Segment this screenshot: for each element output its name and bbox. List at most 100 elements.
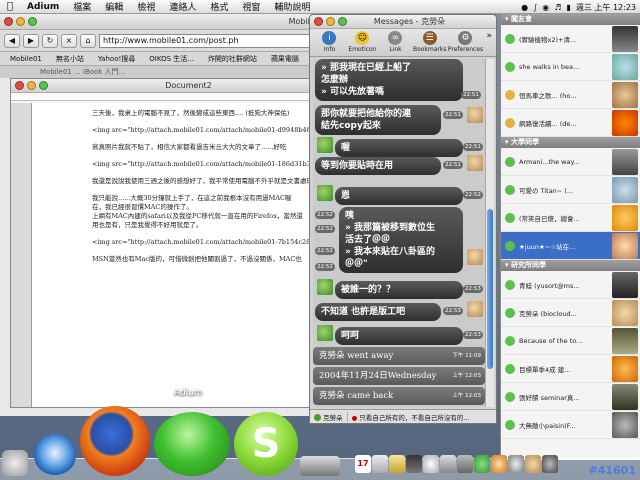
info-button[interactable]: i Info xyxy=(314,31,345,53)
app-icon[interactable] xyxy=(491,455,507,473)
menu-file[interactable]: 檔案 xyxy=(66,0,98,13)
app-icon[interactable] xyxy=(372,455,388,473)
back-button[interactable]: ◀ xyxy=(4,33,20,48)
skype-icon[interactable]: S xyxy=(234,412,298,476)
chat-bubble: 呵呵 xyxy=(335,327,463,345)
buddy-name: 大無敵小paisin(F... xyxy=(519,421,576,430)
calendar-icon[interactable]: 17 xyxy=(355,455,371,473)
chat-timestamp: 22:52 xyxy=(315,225,335,233)
bookmarks-label: Bookmarks xyxy=(412,46,447,53)
app-icon[interactable] xyxy=(474,455,490,473)
menu-edit[interactable]: 編輯 xyxy=(98,0,130,13)
buddy-item[interactable]: 大無敵小paisin(F... xyxy=(501,411,640,439)
safari-icon[interactable] xyxy=(34,434,76,476)
app-icon[interactable] xyxy=(525,455,541,473)
buddy-group-header[interactable]: ▾ 大學同學 xyxy=(501,137,640,148)
buddy-item[interactable]: (實驗植物x2)+清... xyxy=(501,25,640,53)
bookmark-item[interactable]: Mobile01 xyxy=(4,55,48,63)
book-icon: ☰ xyxy=(422,31,437,45)
buddy-item[interactable]: 目標單季4成 建... xyxy=(501,355,640,383)
browser-titlebar[interactable]: Mobile01 xyxy=(0,14,329,30)
leaf-avatar-icon xyxy=(317,325,333,341)
chat-scrollbar[interactable] xyxy=(485,59,494,407)
minimize-button[interactable] xyxy=(27,81,36,90)
link-button[interactable]: ∞ Link xyxy=(380,31,411,53)
app-icon[interactable] xyxy=(542,455,558,473)
app-icon[interactable] xyxy=(508,455,524,473)
reload-button[interactable]: ↻ xyxy=(42,33,58,48)
menu-clock[interactable]: 週三 上午 12:23 xyxy=(576,2,636,13)
app-icon[interactable] xyxy=(389,455,405,473)
buddy-item[interactable]: she walks in bea... xyxy=(501,53,640,81)
window-controls xyxy=(0,17,37,26)
ruler[interactable] xyxy=(11,93,329,101)
app-icon[interactable] xyxy=(300,456,340,476)
firefox-icon[interactable] xyxy=(80,406,150,476)
zoom-button[interactable] xyxy=(338,17,347,26)
document-page[interactable]: 三天後，我桌上的電腦不見了，然後變成這些東西.... (抵狗大神保佑) <img… xyxy=(31,103,329,407)
buddy-name: she walks in bea... xyxy=(519,62,580,71)
buddy-group-header[interactable]: ▾ 闖友會 xyxy=(501,14,640,25)
buddy-item[interactable]: 恒馬車之歌... (ho... xyxy=(501,81,640,109)
buddy-item[interactable]: 張好饋 seminar真... xyxy=(501,383,640,411)
battery-icon[interactable]: ▮ xyxy=(566,3,570,12)
buddy-item-selected[interactable]: ★juun★~☆站在... xyxy=(501,232,640,260)
buddy-item[interactable]: Armani...the way... xyxy=(501,148,640,176)
bookmark-item[interactable]: Yahoo!搜尋 xyxy=(92,54,141,64)
minimize-button[interactable] xyxy=(326,17,335,26)
toolbar-overflow-icon[interactable]: » xyxy=(486,31,492,41)
menu-window[interactable]: 視窗 xyxy=(235,0,267,13)
dock-tray: 17 xyxy=(355,455,558,477)
bluetooth-icon[interactable]: ∫ xyxy=(533,3,537,12)
close-button[interactable] xyxy=(314,17,323,26)
chat-timestamp: 22:52 xyxy=(315,247,335,255)
bookmark-item[interactable]: 蘋果電腦 xyxy=(265,54,305,64)
buddy-item[interactable]: 網路復活續... (de... xyxy=(501,109,640,137)
bookmark-item[interactable]: 無名小站 xyxy=(50,54,90,64)
menu-app-name[interactable]: Adium xyxy=(20,2,66,12)
wifi-icon[interactable]: ◉ xyxy=(542,3,549,12)
doc-paragraph: 上網有MAC內建的safari以及我從PC移代就一直在用的Firefox，當然還 xyxy=(92,212,303,220)
buddy-item[interactable]: 可愛の Titan~ (... xyxy=(501,176,640,204)
emoticon-button[interactable]: ☺ Emoticon xyxy=(347,31,378,53)
volume-icon[interactable]: ♬ xyxy=(554,3,561,12)
ichat-icon[interactable] xyxy=(154,412,230,476)
minimize-button[interactable] xyxy=(16,17,25,26)
app-icon[interactable] xyxy=(406,455,422,473)
zoom-button[interactable] xyxy=(39,81,48,90)
buddy-item[interactable]: 青蛙 (yusort@ms... xyxy=(501,271,640,299)
menu-format[interactable]: 格式 xyxy=(203,0,235,13)
menu-contact[interactable]: 連絡人 xyxy=(162,0,203,13)
chat-transcript[interactable]: » 那我現在已經上船了 怎麼辦 » 可以先放著嗎 22:51 那你就要把他給你的… xyxy=(313,59,485,407)
app-icon[interactable] xyxy=(423,455,439,473)
speech-icon[interactable]: ● xyxy=(521,3,528,12)
preferences-button[interactable]: ⚙ Preferences xyxy=(448,31,483,53)
buddy-item[interactable]: Because of the to... xyxy=(501,327,640,355)
document-titlebar[interactable]: Document2 xyxy=(11,79,329,93)
bookmark-item[interactable]: 炸開的社群網站 xyxy=(202,54,263,64)
menu-help[interactable]: 輔助說明 xyxy=(267,0,317,13)
doc-img-tag: <img src="http://attach.mobile01.com/att… xyxy=(92,160,329,168)
url-field[interactable]: http://www.mobile01.com/post.ph xyxy=(99,33,325,48)
buddy-item[interactable]: 克勞朵 (biocloud... xyxy=(501,299,640,327)
home-button[interactable]: ⌂ xyxy=(80,33,96,48)
messages-toolbar: i Info ☺ Emoticon ∞ Link ☰ Bookmarks ⚙ P… xyxy=(310,29,496,57)
close-button[interactable] xyxy=(15,81,24,90)
chat-bubble: 咦 » 我那篇被移到數位生 活去了＠＠ » 我本來貼在八卦區的 ＠＠" xyxy=(339,207,463,273)
scrollbar-thumb[interactable] xyxy=(487,209,493,369)
forward-button[interactable]: ▶ xyxy=(23,33,39,48)
finder-icon[interactable] xyxy=(2,450,28,476)
bookmark-item[interactable]: OIKOS 生活... xyxy=(143,54,200,64)
stop-button[interactable]: × xyxy=(61,33,77,48)
messages-titlebar[interactable]: Messages - 克勞朵 xyxy=(310,15,496,29)
zoom-button[interactable] xyxy=(28,17,37,26)
buddy-item[interactable]: (常笑自已傻，總會... xyxy=(501,204,640,232)
app-icon[interactable] xyxy=(440,455,456,473)
bookmarks-button[interactable]: ☰ Bookmarks xyxy=(412,31,447,53)
menu-view[interactable]: 檢視 xyxy=(130,0,162,13)
close-button[interactable] xyxy=(4,17,13,26)
buddy-group-header[interactable]: ▾ 研究所同學 xyxy=(501,260,640,271)
apple-menu-icon[interactable]:  xyxy=(0,1,20,12)
browser-tab-strip[interactable]: Mobile01 ... iBook 入門... xyxy=(0,66,329,78)
app-icon[interactable] xyxy=(457,455,473,473)
